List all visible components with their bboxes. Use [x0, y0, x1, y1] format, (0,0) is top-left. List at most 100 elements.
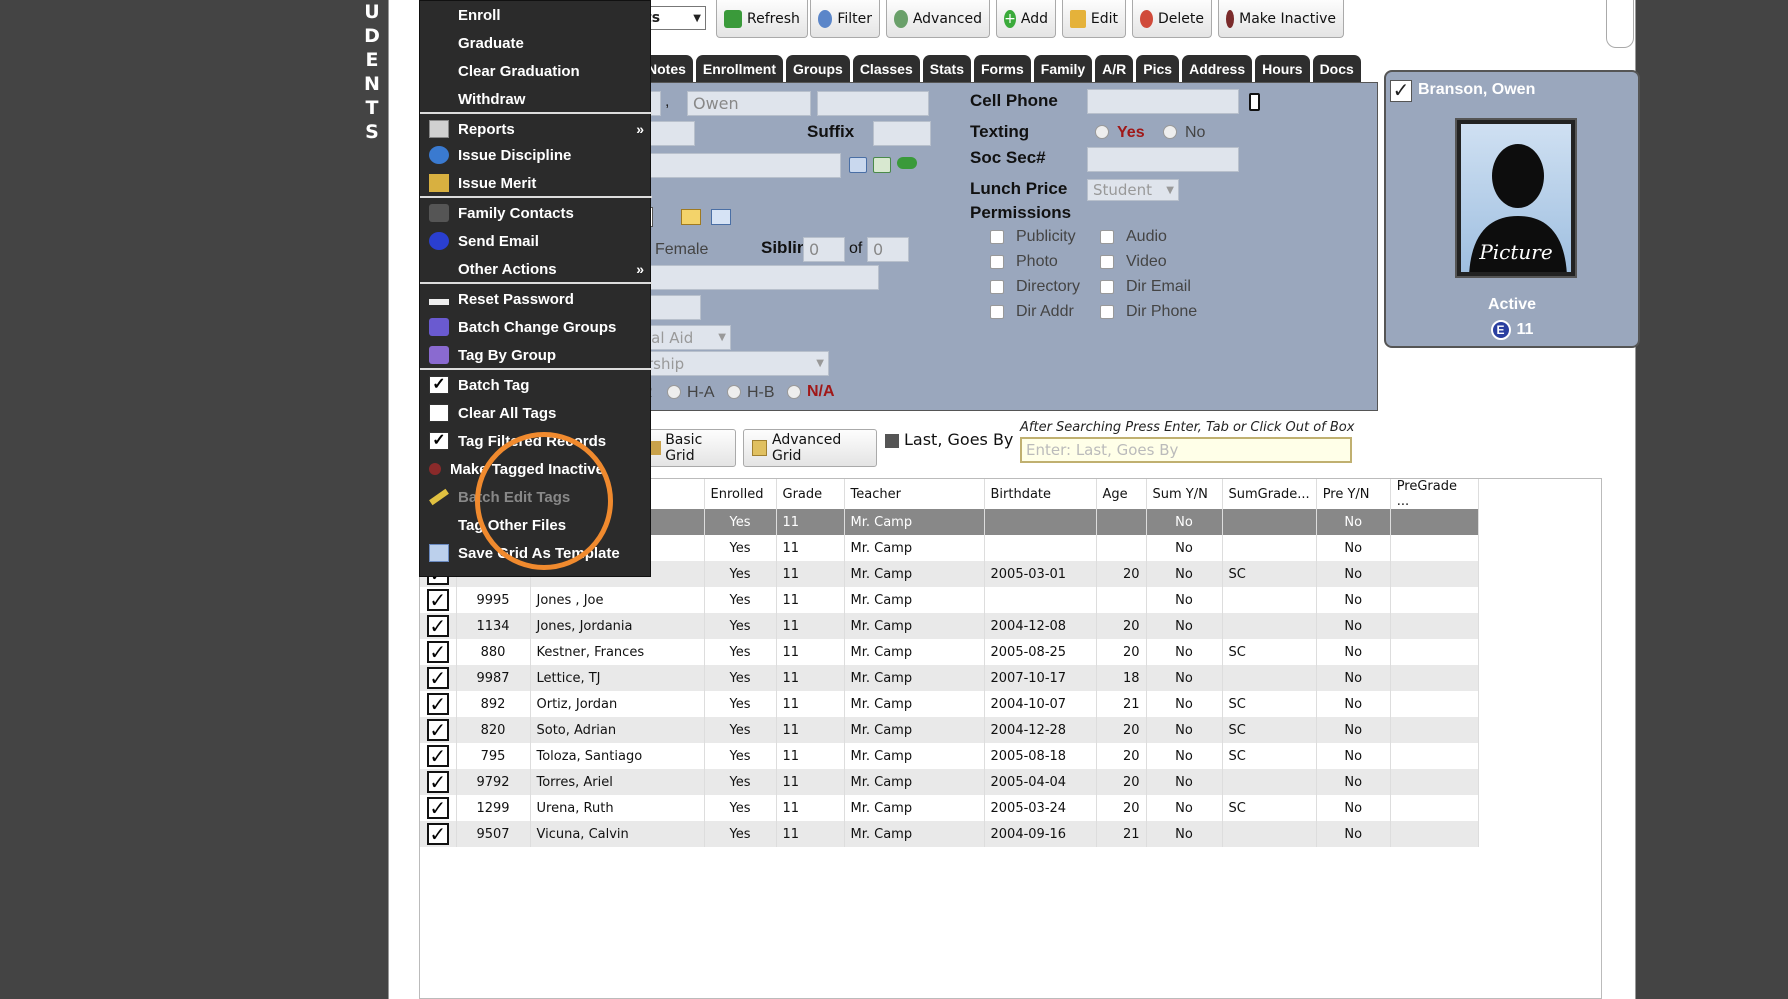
permission-dir-addr-checkbox[interactable] [990, 305, 1004, 319]
row-tag-checkbox[interactable]: ✓ [426, 745, 449, 767]
menu-item-issue-merit[interactable]: Issue Merit [420, 169, 652, 197]
menu-item-graduate[interactable]: Graduate [420, 29, 652, 57]
permission-directory-checkbox[interactable] [990, 280, 1004, 294]
student-photo[interactable]: Picture [1455, 118, 1577, 278]
delete-button[interactable]: Delete [1132, 0, 1212, 38]
table-row[interactable]: ✓ 1299 Urena, Ruth Yes 11 Mr. Camp 2005-03-24 2… [420, 795, 1479, 821]
tab-hours[interactable]: Hours [1255, 55, 1310, 82]
menu-item-save-grid-as-template[interactable]: Save Grid As Template [420, 539, 652, 567]
menu-item-tag-filtered-records[interactable]: ✓ Tag Filtered Records [420, 427, 652, 455]
soc-sec-field[interactable] [1087, 147, 1239, 172]
edit-button[interactable]: Edit [1062, 0, 1126, 38]
row-tag-checkbox[interactable]: ✓ [426, 823, 449, 845]
tab-address[interactable]: Address [1182, 55, 1253, 82]
collapse-button[interactable] [1606, 0, 1634, 48]
tab-family[interactable]: Family [1033, 55, 1093, 82]
filter-button[interactable]: Filter [810, 0, 880, 38]
table-row[interactable]: ✓ 795 Toloza, Santiago Yes 11 Mr. Camp 2005-08… [420, 743, 1479, 769]
menu-item-other-actions[interactable]: Other Actions » [420, 255, 652, 283]
option-hb-radio[interactable] [727, 385, 741, 399]
column-header[interactable]: Birthdate [984, 479, 1097, 509]
sibling-total-field[interactable]: 0 [867, 237, 909, 262]
column-header[interactable]: Enrolled [704, 479, 777, 509]
sort-by-label[interactable]: Last, Goes By [885, 430, 1013, 449]
tab-groups[interactable]: Groups [786, 55, 850, 82]
print-icon[interactable] [711, 209, 731, 225]
menu-item-reset-password[interactable]: Reset Password [420, 285, 652, 313]
chat-icon[interactable] [897, 157, 917, 169]
advanced-grid-button[interactable]: Advanced Grid [743, 429, 877, 467]
lunch-price-select[interactable]: Student ▼ [1087, 179, 1179, 201]
permission-video-checkbox[interactable] [1100, 255, 1114, 269]
row-tag-checkbox[interactable]: ✓ [426, 797, 449, 819]
advanced-button[interactable]: Advanced [886, 0, 990, 38]
tab-forms[interactable]: Forms [973, 55, 1031, 82]
sibling-number-field[interactable]: 0 [803, 237, 845, 262]
column-header[interactable]: Teacher [844, 479, 985, 509]
make-inactive-button[interactable]: Make Inactive [1218, 0, 1344, 38]
column-header[interactable]: Sum Y/N [1146, 479, 1223, 509]
column-header[interactable]: Age [1096, 479, 1147, 509]
mail-icon[interactable] [849, 157, 867, 173]
table-row[interactable]: ✓ 9792 Torres, Ariel Yes 11 Mr. Camp 2005-04-0… [420, 769, 1479, 795]
cell-phone-field[interactable] [1087, 89, 1239, 114]
menu-item-reports[interactable]: Reports » [420, 115, 652, 143]
menu-item-withdraw[interactable]: Withdraw [420, 85, 652, 113]
column-header[interactable]: SumGrade... [1222, 479, 1317, 509]
suffix-field[interactable] [873, 121, 931, 146]
tab-pics[interactable]: Pics [1136, 55, 1180, 82]
row-tag-checkbox[interactable]: ✓ [426, 771, 449, 793]
profile-tag-checkbox[interactable]: ✓ [1390, 80, 1412, 102]
menu-item-clear-graduation[interactable]: Clear Graduation [420, 57, 652, 85]
texting-yes-radio[interactable] [1095, 125, 1109, 139]
table-row[interactable]: ✓ 1134 Jones, Jordania Yes 11 Mr. Camp 2004-12… [420, 613, 1479, 639]
menu-item-clear-all-tags[interactable]: Clear All Tags [420, 399, 652, 427]
column-header[interactable]: Pre Y/N [1316, 479, 1391, 509]
menu-item-family-contacts[interactable]: Family Contacts [420, 199, 652, 227]
table-row[interactable]: ✓ 9507 Vicuna, Calvin Yes 11 Mr. Camp 2004-09-… [420, 821, 1479, 847]
row-tag-checkbox[interactable]: ✓ [426, 641, 449, 663]
column-header[interactable]: PreGrade ... [1390, 479, 1479, 509]
row-tag-checkbox[interactable]: ✓ [426, 667, 449, 689]
permission-publicity-checkbox[interactable] [990, 230, 1004, 244]
row-tag-checkbox[interactable]: ✓ [426, 719, 449, 741]
menu-item-enroll[interactable]: Enroll [420, 1, 652, 29]
table-row[interactable]: ✓ 9995 Jones , Joe Yes 11 Mr. Camp No No [420, 587, 1479, 613]
row-tag-checkbox[interactable]: ✓ [426, 693, 449, 715]
permission-audio-checkbox[interactable] [1100, 230, 1114, 244]
menu-item-batch-tag[interactable]: ✓ Batch Tag [420, 371, 652, 399]
permission-photo-checkbox[interactable] [990, 255, 1004, 269]
option-ha-radio[interactable] [667, 385, 681, 399]
mobile-phone-icon[interactable] [1249, 93, 1260, 111]
table-row[interactable]: ✓ 820 Soto, Adrian Yes 11 Mr. Camp 2004-12-28 2… [420, 717, 1479, 743]
option-na-radio[interactable] [787, 385, 801, 399]
column-header[interactable]: Grade [776, 479, 845, 509]
menu-item-tag-by-group[interactable]: Tag By Group [420, 341, 652, 369]
menu-item-make-tagged-inactive[interactable]: Make Tagged Inactive [420, 455, 652, 483]
menu-item-send-email[interactable]: Send Email [420, 227, 652, 255]
permission-dir-phone-checkbox[interactable] [1100, 305, 1114, 319]
table-row[interactable]: ✓ 9987 Lettice, TJ Yes 11 Mr. Camp 2007-10-17 1… [420, 665, 1479, 691]
basic-grid-button[interactable]: Basic Grid [640, 429, 736, 467]
menu-item-issue-discipline[interactable]: Issue Discipline [420, 141, 652, 169]
email-field[interactable] [641, 153, 841, 178]
add-button[interactable]: + Add [996, 0, 1056, 38]
permission-dir-email-checkbox[interactable] [1100, 280, 1114, 294]
send-mail-icon[interactable] [873, 157, 891, 173]
first-name-field[interactable]: Owen [687, 91, 811, 116]
tab-stats[interactable]: Stats [922, 55, 971, 82]
financial-aid-select[interactable]: ial Aid ▼ [641, 325, 731, 350]
tab-ar[interactable]: A/R [1095, 55, 1134, 82]
refresh-button[interactable]: Refresh [716, 0, 808, 38]
row-tag-checkbox[interactable]: ✓ [426, 615, 449, 637]
tab-classes[interactable]: Classes [852, 55, 920, 82]
tab-docs[interactable]: Docs [1312, 55, 1361, 82]
table-row[interactable]: ✓ 880 Kestner, Frances Yes 11 Mr. Camp 2005-08… [420, 639, 1479, 665]
row-tag-checkbox[interactable]: ✓ [426, 589, 449, 611]
menu-item-tag-other-files[interactable]: Tag Other Files [420, 511, 652, 539]
menu-item-batch-change-groups[interactable]: Batch Change Groups [420, 313, 652, 341]
tab-enrollment[interactable]: Enrollment [695, 55, 784, 82]
middle-name-field[interactable] [817, 91, 929, 116]
calendar-edit-icon[interactable] [681, 209, 701, 225]
texting-no-radio[interactable] [1163, 125, 1177, 139]
